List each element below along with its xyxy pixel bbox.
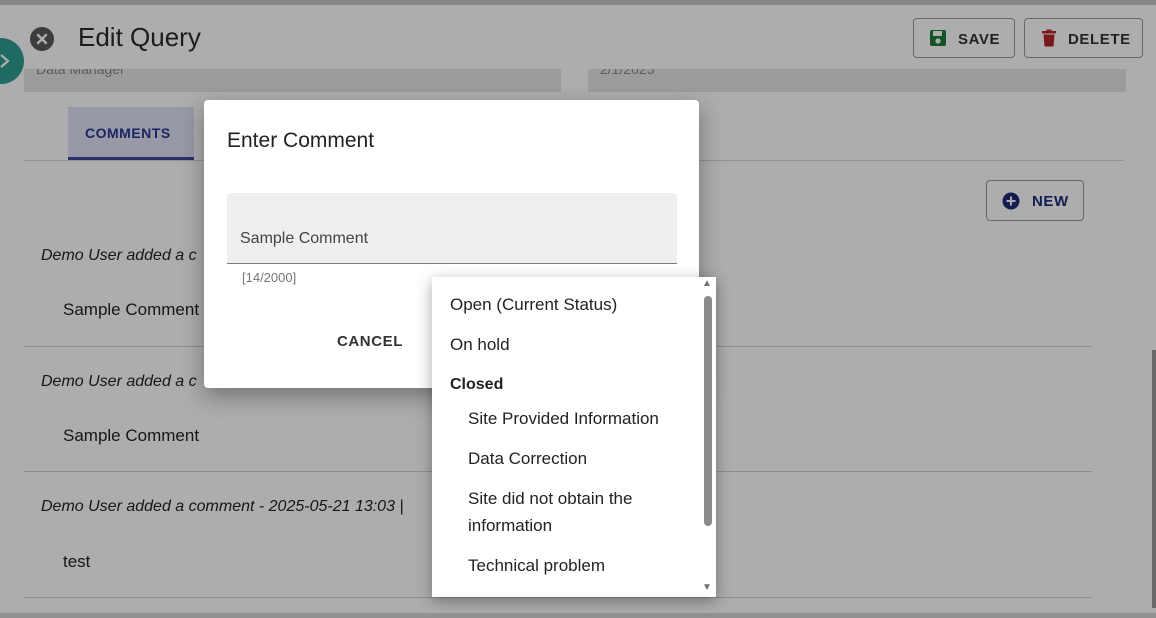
option-technical-problem[interactable]: Technical problem xyxy=(468,556,605,576)
option-group-closed: Closed xyxy=(450,376,504,393)
dropdown-scrollbar-thumb[interactable] xyxy=(704,296,712,526)
scroll-down-arrow-icon[interactable]: ▼ xyxy=(702,582,712,593)
comment-input[interactable] xyxy=(227,193,677,263)
status-dropdown[interactable]: Open (Current Status) On hold Closed Sit… xyxy=(432,277,716,597)
option-site-did-not-obtain[interactable]: Site did not obtain the xyxy=(468,489,632,509)
option-open-current-status[interactable]: Open (Current Status) xyxy=(450,295,617,315)
cancel-button[interactable]: CANCEL xyxy=(332,326,408,356)
option-on-hold[interactable]: On hold xyxy=(450,335,510,355)
option-site-provided-information[interactable]: Site Provided Information xyxy=(468,409,659,429)
scroll-up-arrow-icon[interactable]: ▲ xyxy=(702,278,712,289)
option-data-correction[interactable]: Data Correction xyxy=(468,449,587,469)
comment-field[interactable] xyxy=(227,193,677,264)
option-site-did-not-obtain-line2[interactable]: information xyxy=(468,516,552,536)
char-counter: [14/2000] xyxy=(242,270,297,285)
dialog-title: Enter Comment xyxy=(227,129,375,152)
